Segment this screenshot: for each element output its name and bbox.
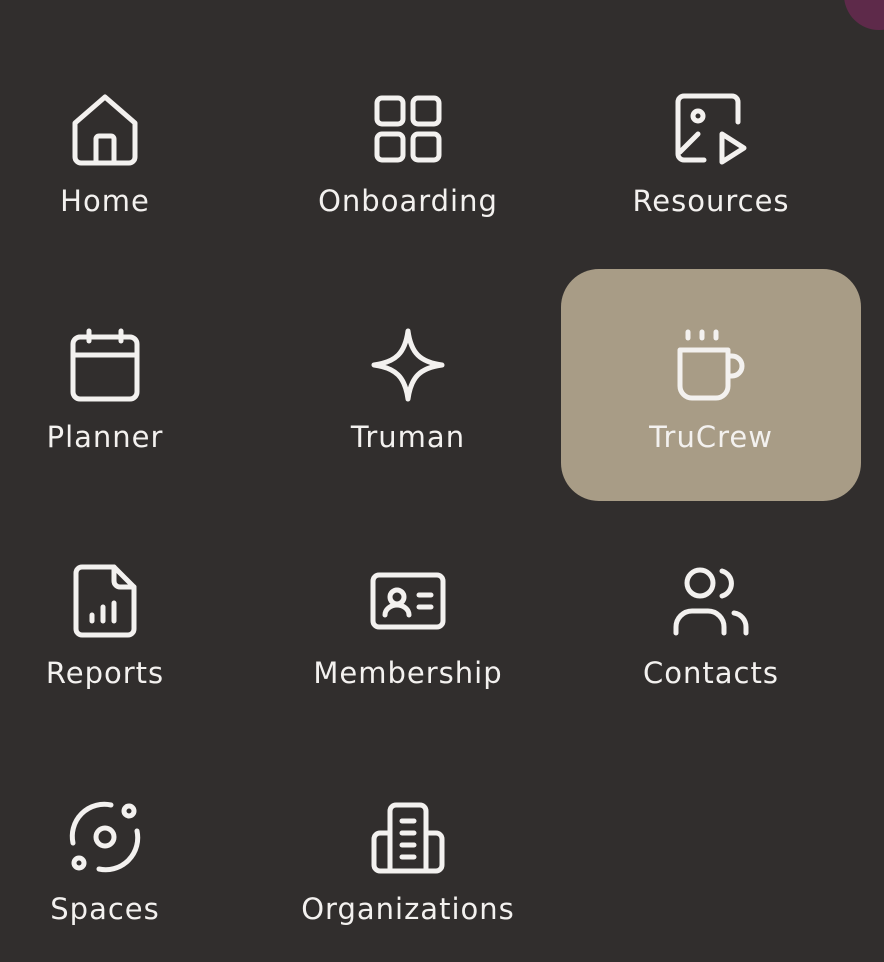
menu-item-planner[interactable]: Planner — [0, 246, 255, 478]
media-icon — [670, 88, 752, 170]
menu-item-label: Planner — [46, 420, 164, 454]
menu-item-label: Organizations — [301, 892, 515, 926]
menu-item-resources[interactable]: Resources — [561, 10, 861, 242]
menu-item-membership[interactable]: Membership — [258, 482, 558, 714]
menu-item-label: Contacts — [643, 656, 779, 690]
report-icon — [64, 560, 146, 642]
home-icon — [64, 88, 146, 170]
coffee-icon — [670, 324, 752, 406]
menu-item-truman[interactable]: Truman — [258, 246, 558, 478]
menu-item-label: Resources — [632, 184, 790, 218]
menu-item-spaces[interactable]: Spaces — [0, 718, 255, 950]
grid-icon — [367, 88, 449, 170]
menu-item-onboarding[interactable]: Onboarding — [258, 10, 558, 242]
menu-item-label: Truman — [350, 420, 466, 454]
building-icon — [367, 796, 449, 878]
calendar-icon — [64, 324, 146, 406]
sparkle-icon — [367, 324, 449, 406]
contacts-icon — [670, 560, 752, 642]
menu-item-reports[interactable]: Reports — [0, 482, 255, 714]
menu-item-label: Spaces — [50, 892, 160, 926]
orbit-icon — [64, 796, 146, 878]
menu-item-label: TruCrew — [649, 420, 773, 454]
menu-item-label: Membership — [313, 656, 503, 690]
menu-item-label: Reports — [45, 656, 165, 690]
menu-item-contacts[interactable]: Contacts — [561, 482, 861, 714]
menu-item-trucrew[interactable]: TruCrew — [561, 269, 861, 501]
menu-item-home[interactable]: Home — [0, 10, 255, 242]
menu-item-label: Onboarding — [318, 184, 498, 218]
menu-item-label: Home — [60, 184, 150, 218]
id-card-icon — [367, 560, 449, 642]
menu-item-organizations[interactable]: Organizations — [258, 718, 558, 950]
